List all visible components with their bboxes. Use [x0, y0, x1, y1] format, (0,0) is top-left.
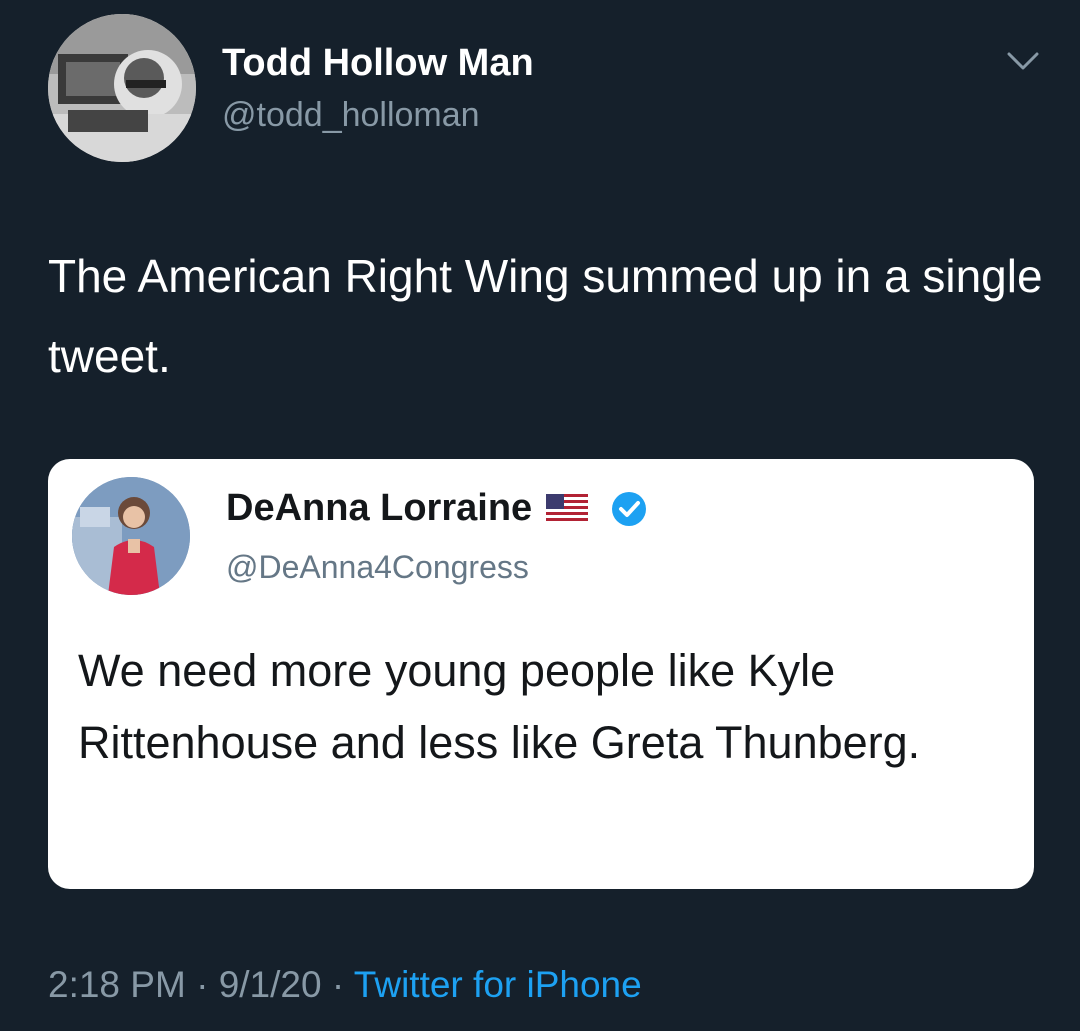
author-name[interactable]: Todd Hollow Man	[222, 42, 534, 85]
tweet-source-link[interactable]: Twitter for iPhone	[354, 964, 642, 1005]
meta-separator: ·	[331, 964, 345, 1005]
avatar-photo	[48, 14, 196, 162]
quoted-name-row: DeAnna Lorraine	[226, 487, 648, 530]
tweet-date[interactable]: 9/1/20	[219, 964, 322, 1005]
chevron-down-icon[interactable]	[1006, 50, 1040, 74]
tweet-text: The American Right Wing summed up in a s…	[48, 250, 1043, 382]
tweet-time[interactable]: 2:18 PM	[48, 964, 186, 1005]
quoted-tweet-card[interactable]: DeAnna Lorraine @DeAnna4Congress We need…	[48, 459, 1034, 889]
tweet-metadata: 2:18 PM · 9/1/20 · Twitter for iPhone	[48, 964, 642, 1006]
quoted-author-name[interactable]: DeAnna Lorraine	[226, 487, 532, 530]
quoted-avatar[interactable]	[72, 477, 190, 595]
meta-separator: ·	[196, 964, 209, 1005]
quoted-avatar-photo	[72, 477, 190, 595]
quoted-tweet-text: We need more young people like Kyle Ritt…	[78, 645, 921, 768]
avatar[interactable]	[48, 14, 196, 162]
verified-badge-icon	[612, 491, 647, 526]
author-handle[interactable]: @todd_holloman	[222, 96, 480, 135]
us-flag-icon	[546, 493, 589, 524]
quoted-author-handle[interactable]: @DeAnna4Congress	[226, 549, 529, 586]
